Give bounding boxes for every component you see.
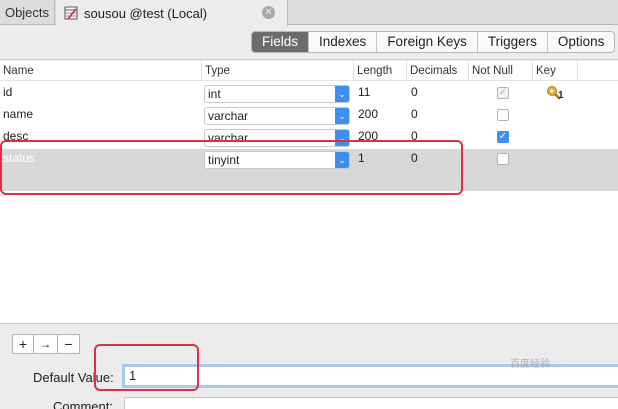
insert-field-button[interactable]: → (34, 334, 58, 354)
add-field-button[interactable]: + (12, 334, 34, 354)
tab-objects[interactable]: Objects (0, 0, 55, 25)
tab-options[interactable]: Options (548, 32, 615, 52)
header-not-null[interactable]: Not Null (469, 61, 533, 81)
insert-row-icon: → (39, 337, 52, 351)
tab-indexes[interactable]: Indexes (309, 32, 378, 52)
not-null-checkbox[interactable]: ✓ (497, 131, 509, 143)
grid-header: Name Type Length Decimals Not Null Key (0, 61, 618, 81)
remove-field-button[interactable]: − (58, 334, 80, 354)
table-design-icon (64, 6, 78, 20)
table-row[interactable]: id int ⌄ 11 0 ✓ 1 (0, 83, 618, 105)
highlight-box (0, 140, 463, 195)
tab-objects-label: Objects (4, 5, 50, 20)
key-order: 1 (558, 90, 564, 101)
comment-field[interactable] (124, 397, 618, 409)
table-row[interactable]: name varchar ⌄ 200 0 (0, 105, 618, 127)
field-name[interactable]: id (0, 83, 12, 105)
not-null-checkbox[interactable] (497, 153, 509, 165)
type-value: varchar (208, 109, 249, 123)
field-name[interactable]: name (0, 105, 33, 127)
tab-table-design-label: sousou @test (Local) (84, 5, 208, 21)
chevron-down-icon[interactable]: ⌄ (335, 86, 349, 102)
tab-fields[interactable]: Fields (252, 32, 310, 52)
comment-label: Comment: (53, 399, 113, 409)
watermark: 百度经验 (510, 359, 550, 370)
design-toolbar: Fields Indexes Foreign Keys Triggers Opt… (0, 26, 618, 60)
field-decimals[interactable]: 0 (408, 105, 418, 127)
header-key[interactable]: Key (533, 61, 578, 81)
field-decimals[interactable]: 0 (408, 83, 418, 105)
tab-triggers[interactable]: Triggers (478, 32, 548, 52)
section-switcher: Fields Indexes Foreign Keys Triggers Opt… (251, 31, 616, 53)
type-value: int (208, 87, 221, 101)
fields-grid: Name Type Length Decimals Not Null Key i… (0, 61, 618, 323)
minus-icon: − (64, 336, 73, 352)
close-tab-icon[interactable]: ✕ (262, 6, 275, 19)
tab-foreign-keys[interactable]: Foreign Keys (377, 32, 478, 52)
not-null-checkbox[interactable]: ✓ (497, 87, 509, 99)
primary-key-icon[interactable]: 1 (546, 85, 566, 103)
plus-icon: + (18, 336, 28, 352)
highlight-box-default (94, 344, 199, 391)
type-select[interactable]: varchar ⌄ (204, 107, 350, 125)
not-null-checkbox[interactable] (497, 109, 509, 121)
field-length[interactable]: 200 (355, 105, 378, 127)
field-actions-bar: + → − (0, 323, 618, 358)
header-decimals[interactable]: Decimals (407, 61, 469, 81)
type-select[interactable]: int ⌄ (204, 85, 350, 103)
header-length[interactable]: Length (354, 61, 407, 81)
header-type[interactable]: Type (202, 61, 354, 81)
field-length[interactable]: 11 (355, 83, 370, 105)
header-name[interactable]: Name (0, 61, 202, 81)
chevron-down-icon[interactable]: ⌄ (335, 108, 349, 124)
tab-bar: Objects sousou @test (Local) ✕ (0, 0, 618, 26)
tab-table-design[interactable]: sousou @test (Local) ✕ (56, 0, 288, 26)
